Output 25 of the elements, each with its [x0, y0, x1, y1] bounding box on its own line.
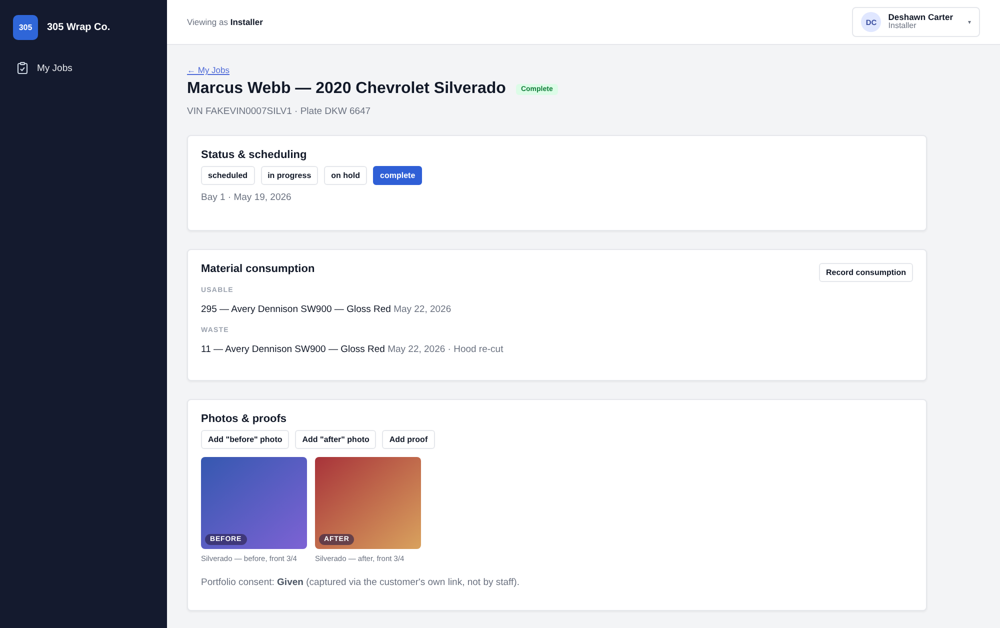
- add-photo-button[interactable]: Add "after" photo: [295, 430, 376, 449]
- status-button[interactable]: in progress: [260, 166, 318, 185]
- add-photo-button[interactable]: Add "before" photo: [201, 430, 290, 449]
- card-title: Status & scheduling: [201, 149, 308, 161]
- brand-name: 305 Wrap Co.: [47, 22, 110, 33]
- consent-note: Portfolio consent: Given (captured via the customer's own link, not by staff).: [201, 577, 520, 588]
- record-consumption-button[interactable]: Record consumption: [818, 263, 913, 282]
- add-photo-button[interactable]: Add proof: [382, 430, 435, 449]
- card-title: Photos & proofs: [201, 413, 288, 425]
- vehicle-details: VIN FAKEVIN0007SILV1 · Plate DKW 6647: [187, 106, 372, 117]
- user-role: Installer: [888, 22, 918, 32]
- back-link[interactable]: ← My Jobs: [187, 65, 230, 75]
- schedule-info: Bay 1 · May 19, 2026: [201, 192, 292, 203]
- job-title: Marcus Webb — 2020 Chevrolet Silverado: [187, 80, 506, 98]
- status-button[interactable]: scheduled: [201, 166, 255, 185]
- status-button[interactable]: on hold: [324, 166, 368, 185]
- consumption-entry: 295 — Avery Dennison SW900 — Gloss Red May 22, 2026: [201, 304, 452, 315]
- status-button[interactable]: complete: [373, 166, 422, 185]
- consumption-entry: 11 — Avery Dennison SW900 — Gloss Red May 22, 2026 · Hood re-cut: [201, 344, 504, 355]
- logo: 305: [13, 15, 38, 40]
- viewing-as-label: Viewing as Installer: [187, 17, 263, 27]
- clipboard-icon: [17, 62, 28, 74]
- user-name: Deshawn Carter: [888, 12, 953, 22]
- card-title: Material consumption: [201, 263, 315, 275]
- sidebar-item[interactable]: My Jobs: [13, 58, 154, 78]
